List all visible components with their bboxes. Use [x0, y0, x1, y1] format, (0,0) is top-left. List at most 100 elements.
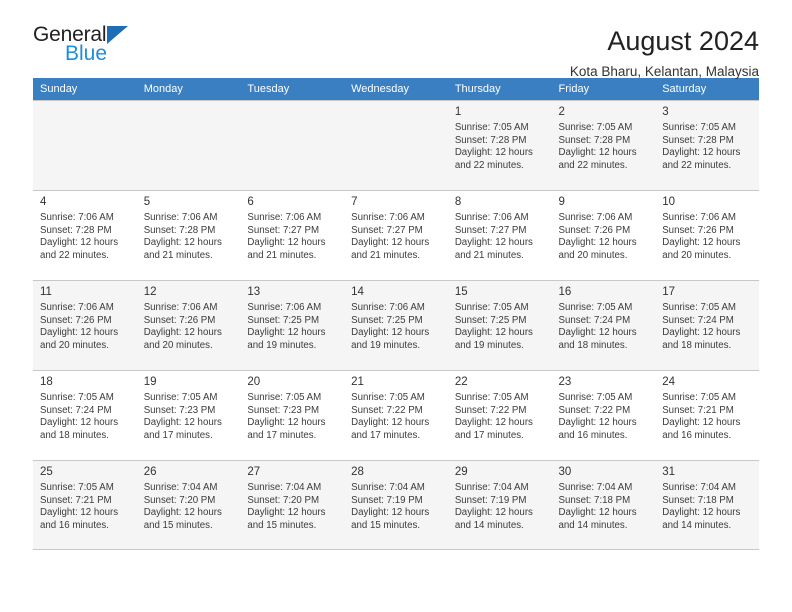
- day-number: 22: [454, 376, 468, 388]
- day-cell-inner: 19 Sunrise: 7:05 AM Sunset: 7:23 PM Dayli…: [136, 370, 241, 460]
- day-cell-inner: 6 Sunrise: 7:06 AM Sunset: 7:27 PM Daylig…: [240, 190, 345, 280]
- day-cell-inner: 17 Sunrise: 7:05 AM Sunset: 7:24 PM Dayli…: [655, 280, 759, 370]
- day-sun-details: Sunrise: 7:06 AM Sunset: 7:25 PM Dayligh…: [247, 302, 326, 351]
- day-number: 31: [662, 466, 676, 478]
- day-sun-details: Sunrise: 7:05 AM Sunset: 7:23 PM Dayligh…: [247, 392, 326, 441]
- calendar-day-cell[interactable]: 7 Sunrise: 7:06 AM Sunset: 7:27 PM Daylig…: [344, 190, 448, 280]
- day-sun-details: Sunrise: 7:06 AM Sunset: 7:26 PM Dayligh…: [662, 212, 741, 261]
- day-sun-details: Sunrise: 7:06 AM Sunset: 7:27 PM Dayligh…: [247, 212, 326, 261]
- day-number: 23: [558, 376, 572, 388]
- day-number: 20: [247, 376, 261, 388]
- calendar-day-cell[interactable]: 8 Sunrise: 7:06 AM Sunset: 7:27 PM Daylig…: [447, 190, 552, 280]
- page-header: General Blue August 2024 Kota Bharu, Kel…: [33, 0, 759, 80]
- day-sun-details: Sunrise: 7:05 AM Sunset: 7:28 PM Dayligh…: [454, 122, 533, 171]
- calendar-day-cell[interactable]: 18 Sunrise: 7:05 AM Sunset: 7:24 PM Dayli…: [33, 370, 137, 460]
- day-cell-inner: 18 Sunrise: 7:05 AM Sunset: 7:24 PM Dayli…: [33, 370, 137, 460]
- day-cell-inner: 8 Sunrise: 7:06 AM Sunset: 7:27 PM Daylig…: [447, 190, 552, 280]
- day-sun-details: Sunrise: 7:06 AM Sunset: 7:26 PM Dayligh…: [143, 302, 222, 351]
- day-number: 24: [662, 376, 676, 388]
- generalblue-logo[interactable]: General Blue: [33, 24, 129, 65]
- calendar-day-cell[interactable]: 25 Sunrise: 7:05 AM Sunset: 7:21 PM Dayli…: [33, 460, 137, 550]
- calendar-day-cell[interactable]: 20 Sunrise: 7:05 AM Sunset: 7:23 PM Dayli…: [240, 370, 345, 460]
- calendar-day-cell[interactable]: 30 Sunrise: 7:04 AM Sunset: 7:18 PM Dayli…: [551, 460, 656, 550]
- day-cell-inner: 2 Sunrise: 7:05 AM Sunset: 7:28 PM Daylig…: [551, 100, 656, 190]
- day-number: 3: [662, 106, 669, 118]
- day-number: 1: [454, 106, 462, 118]
- calendar-day-cell[interactable]: 5 Sunrise: 7:06 AM Sunset: 7:28 PM Daylig…: [136, 190, 241, 280]
- day-number: 9: [558, 196, 565, 208]
- day-cell-inner: 9 Sunrise: 7:06 AM Sunset: 7:26 PM Daylig…: [551, 190, 656, 280]
- weekday-header-wednesday: Wednesday: [344, 78, 448, 100]
- calendar-week-row: 11 Sunrise: 7:06 AM Sunset: 7:26 PM Dayli…: [33, 280, 759, 370]
- calendar-day-cell[interactable]: 2 Sunrise: 7:05 AM Sunset: 7:28 PM Daylig…: [551, 100, 656, 190]
- calendar-day-cell[interactable]: 4 Sunrise: 7:06 AM Sunset: 7:28 PM Daylig…: [33, 190, 137, 280]
- day-cell-inner: [240, 100, 345, 190]
- day-cell-inner: 14 Sunrise: 7:06 AM Sunset: 7:25 PM Dayli…: [344, 280, 448, 370]
- day-number: 6: [247, 196, 254, 208]
- calendar-week-row: 4 Sunrise: 7:06 AM Sunset: 7:28 PM Daylig…: [33, 190, 759, 280]
- calendar-day-cell[interactable]: 15 Sunrise: 7:05 AM Sunset: 7:25 PM Dayli…: [447, 280, 552, 370]
- day-cell-inner: 10 Sunrise: 7:06 AM Sunset: 7:26 PM Dayli…: [655, 190, 759, 280]
- day-cell-inner: 3 Sunrise: 7:05 AM Sunset: 7:28 PM Daylig…: [655, 100, 759, 190]
- calendar-day-cell[interactable]: 28 Sunrise: 7:04 AM Sunset: 7:19 PM Dayli…: [344, 460, 448, 550]
- day-sun-details: Sunrise: 7:04 AM Sunset: 7:19 PM Dayligh…: [351, 482, 430, 531]
- calendar-day-cell[interactable]: 11 Sunrise: 7:06 AM Sunset: 7:26 PM Dayli…: [33, 280, 137, 370]
- day-number: 11: [40, 286, 52, 298]
- calendar-day-cell[interactable]: 13 Sunrise: 7:06 AM Sunset: 7:25 PM Dayli…: [240, 280, 345, 370]
- weekday-header-sunday: Sunday: [33, 78, 137, 100]
- day-cell-inner: 13 Sunrise: 7:06 AM Sunset: 7:25 PM Dayli…: [240, 280, 345, 370]
- calendar-week-row: 1 Sunrise: 7:05 AM Sunset: 7:28 PM Daylig…: [33, 100, 759, 190]
- calendar-day-cell[interactable]: 29 Sunrise: 7:04 AM Sunset: 7:19 PM Dayli…: [447, 460, 552, 550]
- day-number: 12: [143, 286, 157, 298]
- day-cell-inner: 28 Sunrise: 7:04 AM Sunset: 7:19 PM Dayli…: [344, 460, 448, 550]
- calendar-day-cell[interactable]: 17 Sunrise: 7:05 AM Sunset: 7:24 PM Dayli…: [655, 280, 759, 370]
- calendar-day-cell[interactable]: 16 Sunrise: 7:05 AM Sunset: 7:24 PM Dayli…: [551, 280, 656, 370]
- calendar-day-cell[interactable]: 14 Sunrise: 7:06 AM Sunset: 7:25 PM Dayli…: [344, 280, 448, 370]
- day-cell-inner: 26 Sunrise: 7:04 AM Sunset: 7:20 PM Dayli…: [136, 460, 241, 550]
- day-number: 4: [40, 196, 47, 208]
- calendar-day-cell[interactable]: 27 Sunrise: 7:04 AM Sunset: 7:20 PM Dayli…: [240, 460, 345, 550]
- calendar-day-cell[interactable]: 23 Sunrise: 7:05 AM Sunset: 7:22 PM Dayli…: [551, 370, 656, 460]
- day-sun-details: Sunrise: 7:06 AM Sunset: 7:28 PM Dayligh…: [143, 212, 222, 261]
- calendar-page: General Blue August 2024 Kota Bharu, Kel…: [0, 0, 792, 612]
- day-number: 13: [247, 286, 261, 298]
- day-number: 21: [351, 376, 364, 388]
- day-number: 28: [351, 466, 364, 478]
- day-sun-details: Sunrise: 7:05 AM Sunset: 7:24 PM Dayligh…: [40, 392, 119, 441]
- calendar-day-cell[interactable]: 9 Sunrise: 7:06 AM Sunset: 7:26 PM Daylig…: [551, 190, 656, 280]
- weekday-header-monday: Monday: [136, 78, 241, 100]
- day-cell-inner: 24 Sunrise: 7:05 AM Sunset: 7:21 PM Dayli…: [655, 370, 759, 460]
- calendar-day-cell[interactable]: 12 Sunrise: 7:06 AM Sunset: 7:26 PM Dayli…: [136, 280, 241, 370]
- day-cell-inner: [136, 100, 241, 190]
- day-cell-inner: 4 Sunrise: 7:06 AM Sunset: 7:28 PM Daylig…: [33, 190, 137, 280]
- day-sun-details: Sunrise: 7:05 AM Sunset: 7:22 PM Dayligh…: [558, 392, 637, 441]
- calendar-cell-empty: [240, 100, 345, 190]
- day-number: 30: [558, 466, 572, 478]
- day-sun-details: Sunrise: 7:05 AM Sunset: 7:24 PM Dayligh…: [558, 302, 637, 351]
- day-number: 2: [558, 106, 565, 118]
- calendar-week-row: 18 Sunrise: 7:05 AM Sunset: 7:24 PM Dayli…: [33, 370, 759, 460]
- day-sun-details: Sunrise: 7:04 AM Sunset: 7:18 PM Dayligh…: [558, 482, 637, 531]
- day-sun-details: Sunrise: 7:06 AM Sunset: 7:25 PM Dayligh…: [351, 302, 430, 351]
- calendar-day-cell[interactable]: 24 Sunrise: 7:05 AM Sunset: 7:21 PM Dayli…: [655, 370, 759, 460]
- calendar-day-cell[interactable]: 6 Sunrise: 7:06 AM Sunset: 7:27 PM Daylig…: [240, 190, 345, 280]
- calendar-day-cell[interactable]: 31 Sunrise: 7:04 AM Sunset: 7:18 PM Dayli…: [655, 460, 759, 550]
- day-number: 5: [143, 196, 151, 208]
- calendar-day-cell[interactable]: 22 Sunrise: 7:05 AM Sunset: 7:22 PM Dayli…: [447, 370, 552, 460]
- calendar-day-cell[interactable]: 1 Sunrise: 7:05 AM Sunset: 7:28 PM Daylig…: [447, 100, 552, 190]
- calendar-day-cell[interactable]: 26 Sunrise: 7:04 AM Sunset: 7:20 PM Dayli…: [136, 460, 241, 550]
- location-subtitle: Kota Bharu, Kelantan, Malaysia: [569, 64, 759, 79]
- calendar-day-cell[interactable]: 3 Sunrise: 7:05 AM Sunset: 7:28 PM Daylig…: [655, 100, 759, 190]
- day-cell-inner: [344, 100, 448, 190]
- day-cell-inner: 20 Sunrise: 7:05 AM Sunset: 7:23 PM Dayli…: [240, 370, 345, 460]
- day-cell-inner: 25 Sunrise: 7:05 AM Sunset: 7:21 PM Dayli…: [33, 460, 137, 550]
- calendar-day-cell[interactable]: 19 Sunrise: 7:05 AM Sunset: 7:23 PM Dayli…: [136, 370, 241, 460]
- day-number: 19: [143, 376, 157, 388]
- calendar-day-cell[interactable]: 10 Sunrise: 7:06 AM Sunset: 7:26 PM Dayli…: [655, 190, 759, 280]
- day-cell-inner: 23 Sunrise: 7:05 AM Sunset: 7:22 PM Dayli…: [551, 370, 656, 460]
- day-cell-inner: 16 Sunrise: 7:05 AM Sunset: 7:24 PM Dayli…: [551, 280, 656, 370]
- calendar-cell-empty: [344, 100, 448, 190]
- calendar-day-cell[interactable]: 21 Sunrise: 7:05 AM Sunset: 7:22 PM Dayli…: [344, 370, 448, 460]
- day-sun-details: Sunrise: 7:06 AM Sunset: 7:26 PM Dayligh…: [40, 302, 119, 351]
- weekday-header-thursday: Thursday: [447, 78, 552, 100]
